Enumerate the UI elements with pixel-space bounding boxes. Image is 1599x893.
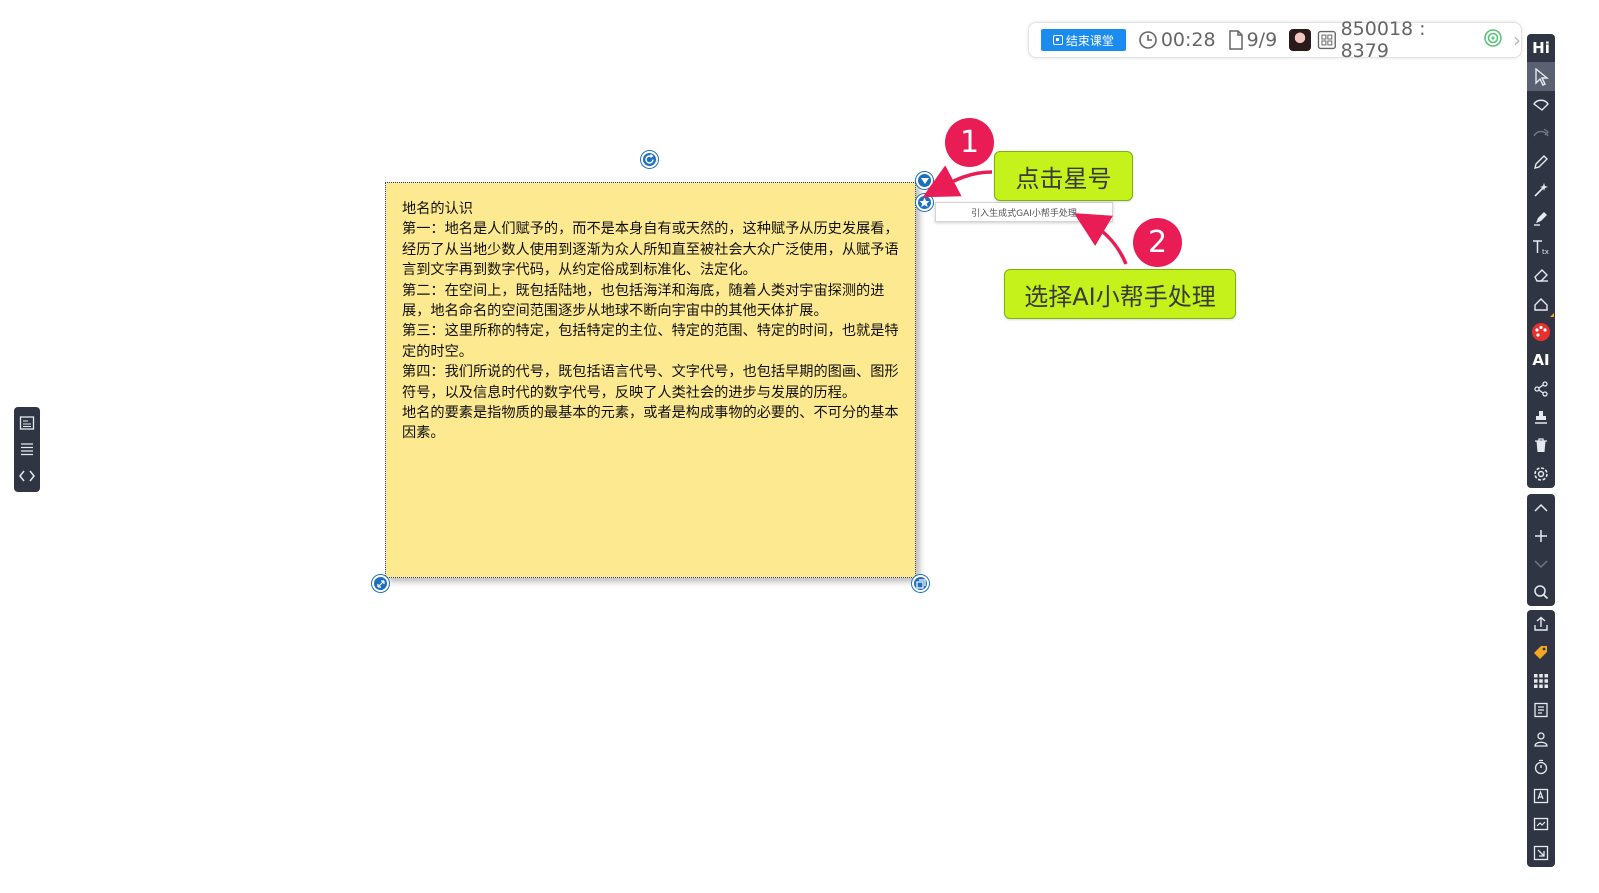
star-icon[interactable] [916,194,933,211]
context-menu-item-ai-helper[interactable]: 引入生成式GAI小帮手处理 [935,202,1113,222]
chevron-down-icon[interactable] [1527,550,1555,578]
stamp-icon[interactable] [1527,403,1555,431]
right-toolbar-pages [1527,494,1555,606]
note-text[interactable]: 地名的认识 第一：地名是人们赋予的，而不是本身自有或天然的，这种赋予从历史发展看… [402,199,899,444]
document-icon[interactable] [14,411,40,435]
end-class-label: 结束课堂 [1065,33,1114,48]
share-icon[interactable] [1527,375,1555,403]
tag-icon[interactable] [1527,639,1555,668]
pen-icon[interactable] [1527,148,1555,176]
arrow-step1 [922,165,993,198]
ai-icon[interactable]: AI [1527,346,1555,374]
shape-icon[interactable] [1527,289,1555,317]
redo-icon[interactable] [1527,119,1555,147]
arrow-step2 [1073,213,1128,265]
note-title: 地名的认识 [402,201,473,217]
select-icon[interactable] [1527,62,1555,91]
copy-handle-icon[interactable] [912,575,929,592]
timer-value: 00:28 [1160,29,1216,51]
step-1-callout: 点击星号 [994,151,1133,201]
top-status-bar: 结束课堂 00:28 9/9 850018 : 8379 › [1028,18,1522,62]
screenshot-icon[interactable] [1527,810,1555,839]
laser-pen-icon[interactable] [1527,176,1555,204]
chevron-up-icon[interactable] [1527,494,1555,522]
text-box-icon[interactable] [1527,781,1555,810]
note-paragraph: 地名的要素是指物质的最基本的元素，或者是构成事物的必要的、不可分的基本因素。 [402,405,899,442]
page-counter[interactable]: 9/9 [1228,29,1278,51]
code-icon[interactable] [14,464,40,488]
note-paragraph: 第一：地名是人们赋予的，而不是本身自有或天然的，这种赋予从历史发展看，经历了从当… [402,221,899,279]
eraser-icon[interactable] [1527,261,1555,289]
undo-icon[interactable] [1527,91,1555,119]
end-class-button[interactable]: 结束课堂 [1041,29,1126,51]
page-icon [1228,30,1243,50]
step-2-callout: 选择AI小帮手处理 [1004,269,1236,319]
resize-handle-icon[interactable] [372,575,389,592]
clock-icon [1139,31,1157,49]
add-page-icon[interactable] [1527,522,1555,550]
stopwatch-icon[interactable] [1527,753,1555,782]
note-paragraph: 第三：这里所称的特定，包括特定的主位、特定的范围、特定的时间，也就是特定的时空。 [402,323,899,360]
avatar[interactable] [1289,29,1311,51]
sticky-note[interactable]: 地名的认识 第一：地名是人们赋予的，而不是本身自有或天然的，这种赋予从历史发展看… [385,182,916,578]
signal-icon [1483,28,1503,52]
text-icon[interactable]: tx [1527,233,1555,261]
list-icon[interactable] [1527,696,1555,725]
class-timer: 00:28 [1138,29,1216,51]
class-code[interactable]: 850018 : 8379 [1317,18,1478,62]
app-logo: Hi [1532,39,1550,58]
class-code-value: 850018 : 8379 [1340,18,1426,62]
upload-icon[interactable] [1527,610,1555,639]
step-1-badge: 1 [945,118,994,167]
stop-icon [1052,35,1063,45]
chevron-right-icon[interactable]: › [1513,28,1521,52]
svg-text:tx: tx [1542,248,1549,255]
right-toolbar-tools [1527,610,1555,867]
qr-code-icon [1317,30,1336,50]
exit-icon[interactable] [1527,839,1555,868]
step-2-badge: 2 [1133,218,1182,267]
zoom-icon[interactable] [1527,578,1555,606]
note-paragraph: 第四：我们所说的代号，既包括语言代号、文字代号，也包括早期的图画、图形符号，以及… [402,364,899,401]
settings-icon[interactable] [1527,460,1555,488]
right-toolbar-main: Hi tx AI [1527,34,1555,488]
apps-grid-icon[interactable] [1527,667,1555,696]
trash-icon[interactable] [1527,431,1555,459]
page-count: 9/9 [1246,29,1278,51]
dropdown-triangle-icon[interactable] [916,172,933,189]
note-paragraph: 第二：在空间上，既包括陆地，也包括海洋和海底，随着人类对宇宙探测的进展，地名命名… [402,282,885,320]
menu-icon[interactable] [14,437,40,461]
rotate-handle-icon[interactable] [641,151,658,168]
left-mini-toolbar [14,407,40,492]
submenu-corner-icon [1550,312,1554,317]
color-palette-icon[interactable] [1527,318,1555,346]
user-icon[interactable] [1527,724,1555,753]
highlighter-icon[interactable] [1527,204,1555,232]
